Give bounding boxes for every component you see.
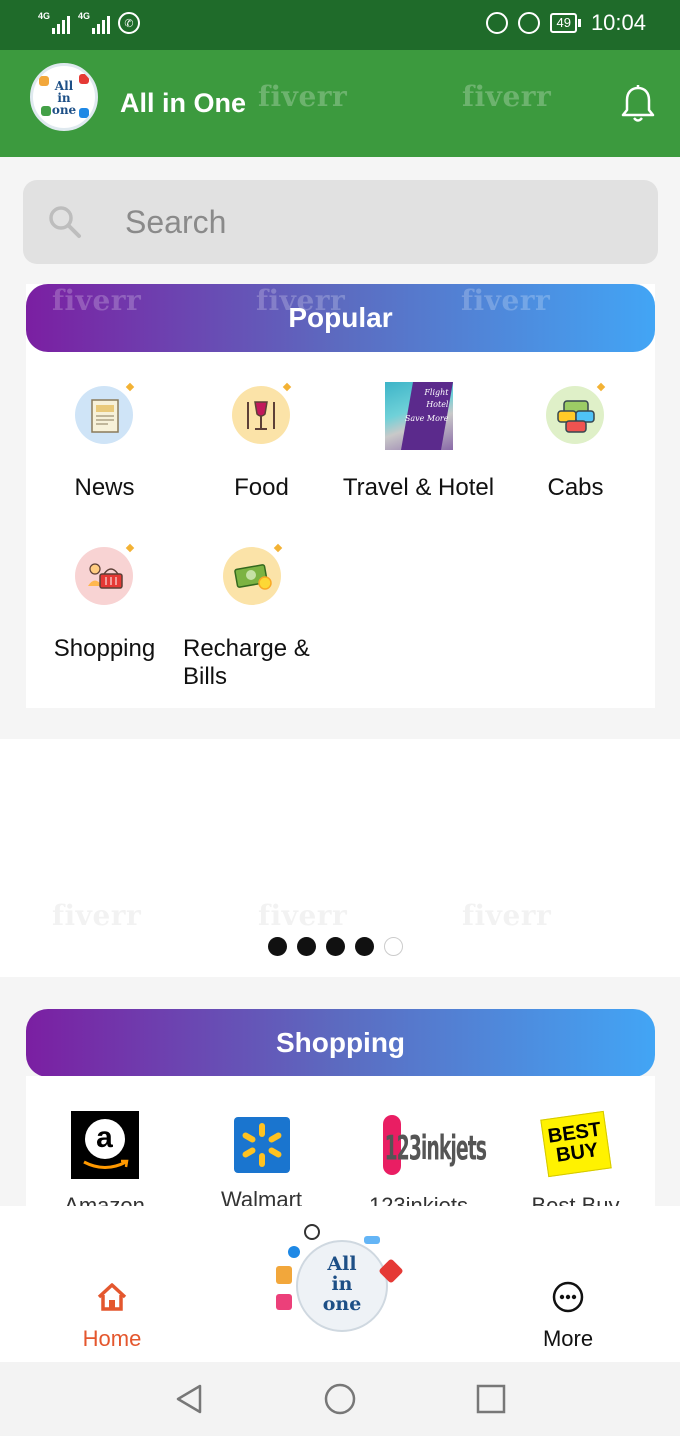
whatsapp-icon: ✆ (118, 12, 140, 34)
store-best-buy[interactable]: BEST BUY Best Buy (497, 1110, 654, 1206)
nav-home[interactable]: Home (62, 1280, 162, 1352)
app-title: All in One (120, 88, 247, 118)
cabs-icon (542, 382, 610, 450)
watermark: fiverr (52, 899, 142, 932)
home-icon (97, 1283, 127, 1311)
logo-text: in (331, 1273, 353, 1295)
watermark: fiverr (258, 899, 348, 932)
category-cabs[interactable]: Cabs (497, 382, 654, 502)
amazon-logo: a (70, 1111, 139, 1179)
category-label: Food (234, 474, 289, 501)
walmart-logo (233, 1117, 290, 1173)
alarm-icon (518, 12, 541, 34)
category-label: Shopping (53, 635, 156, 662)
logo-text: one (322, 1293, 362, 1315)
carousel-dot[interactable] (268, 937, 287, 956)
signal-icon: 4G (78, 12, 110, 34)
signal-icon: 4G (38, 12, 70, 34)
carousel-indicator[interactable] (268, 937, 403, 956)
watermark: fiverr (258, 80, 348, 113)
store-label: Walmart (220, 1187, 303, 1206)
category-recharge-bills[interactable]: Recharge & Bills (183, 543, 323, 691)
search-input[interactable] (125, 202, 625, 242)
popular-section: Popular fiverr fiverr fiverr News Food F… (26, 284, 655, 708)
nav-label: More (542, 1326, 594, 1351)
shopping-basket-icon (71, 543, 139, 611)
more-icon (552, 1281, 584, 1313)
category-shopping[interactable]: Shopping (26, 543, 183, 663)
logo-text: All (327, 1253, 357, 1275)
app-bar: fiverr fiverr All in one All in One (0, 50, 680, 157)
recents-icon[interactable] (475, 1383, 507, 1415)
back-icon[interactable] (172, 1382, 206, 1416)
store-list: a Amazon Walmart 123inkjets 123inkjets B… (26, 1076, 655, 1206)
notification-bell-icon[interactable] (620, 84, 656, 124)
home-circle-icon[interactable] (323, 1382, 357, 1416)
category-label: News (74, 474, 135, 501)
carousel-dot[interactable] (297, 937, 316, 956)
store-walmart[interactable]: Walmart (183, 1111, 340, 1206)
bottom-navigation: Home All in one More (0, 1206, 680, 1362)
newspaper-icon (71, 382, 139, 450)
best-buy-logo: BEST BUY (539, 1110, 612, 1179)
watermark: fiverr (256, 284, 346, 317)
watermark: fiverr (52, 284, 142, 317)
section-title: Shopping (26, 1009, 655, 1077)
center-app-logo[interactable]: All in one (270, 1218, 412, 1348)
battery-icon: 49 (550, 13, 581, 33)
headphones-icon (486, 12, 509, 34)
category-label: Recharge & Bills (183, 635, 310, 690)
category-label: Cabs (547, 474, 604, 501)
store-label: Best Buy (531, 1193, 620, 1206)
category-news[interactable]: News (26, 382, 183, 502)
watermark: fiverr (462, 899, 552, 932)
store-label: 123inkjets (368, 1193, 469, 1206)
123inkjets-logo: 123inkjets (382, 1111, 487, 1179)
store-123inkjets[interactable]: 123inkjets 123inkjets (340, 1111, 497, 1206)
watermark: fiverr (462, 80, 552, 113)
category-label: Travel & Hotel (342, 474, 495, 501)
store-amazon[interactable]: a Amazon (26, 1111, 183, 1206)
nav-label: Home (82, 1326, 142, 1351)
category-travel-hotel[interactable]: Flight Hotel Save More Travel & Hotel (340, 382, 497, 502)
nav-more[interactable]: More (518, 1280, 618, 1352)
travel-hotel-image: Flight Hotel Save More (384, 382, 453, 450)
system-navigation-bar (0, 1362, 680, 1436)
carousel-dot[interactable] (384, 937, 403, 956)
clock: 10:04 (590, 10, 646, 35)
carousel-dot[interactable] (355, 937, 374, 956)
status-bar: 4G 4G ✆ 49 10:04 (0, 0, 680, 50)
recharge-bills-icon (219, 543, 287, 611)
search-bar[interactable] (23, 180, 658, 264)
food-icon (228, 382, 296, 450)
carousel-dot[interactable] (326, 937, 345, 956)
app-logo[interactable]: All in one (30, 63, 98, 131)
watermark: fiverr (461, 284, 551, 317)
logo-text: one (51, 103, 77, 117)
store-label: Amazon (64, 1193, 145, 1206)
search-icon (49, 206, 81, 238)
category-food[interactable]: Food (183, 382, 340, 502)
